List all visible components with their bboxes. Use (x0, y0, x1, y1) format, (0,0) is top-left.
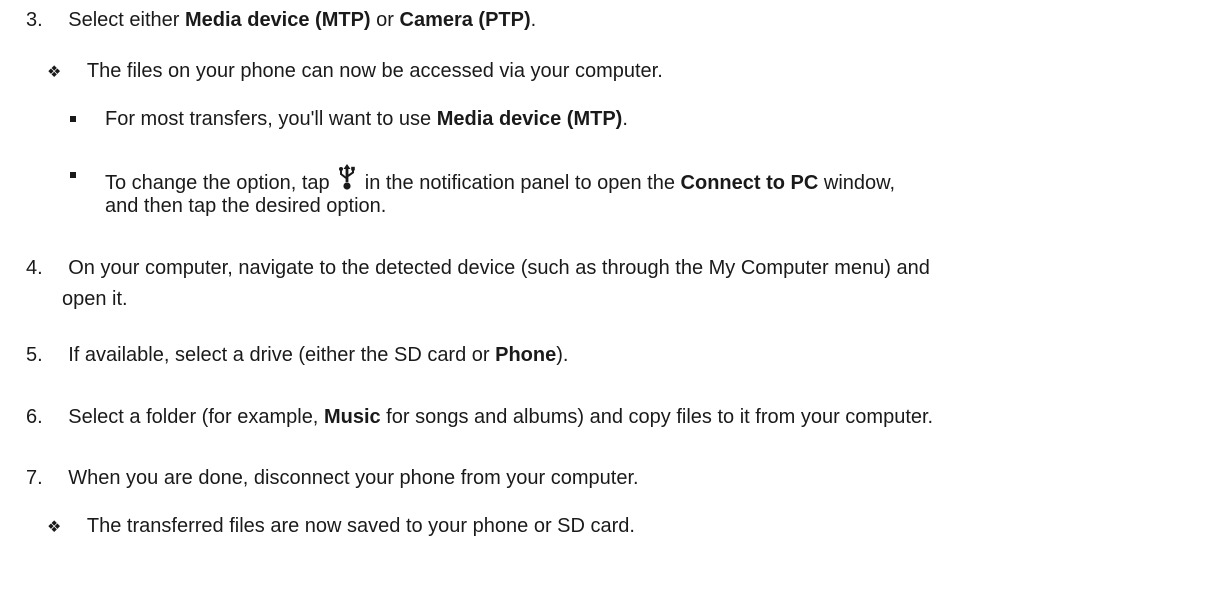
usb-icon (339, 164, 355, 190)
step-number: 4. (26, 257, 43, 279)
step-text: open it. (62, 288, 128, 310)
step-text: or (370, 9, 400, 31)
step-6: 6. Select a folder (for example, Music f… (26, 405, 933, 429)
step-3: 3. Select either Media device (MTP) or C… (26, 8, 536, 32)
step-number: 5. (26, 344, 43, 366)
result-text: The files on your phone can now be acces… (86, 60, 663, 82)
step-number: 7. (26, 467, 43, 489)
step-text: On your computer, navigate to the detect… (68, 257, 930, 279)
step-text: ). (556, 344, 569, 366)
step-7: 7. When you are done, disconnect your ph… (26, 466, 639, 490)
step-3-result: ❖ The files on your phone can now be acc… (47, 59, 663, 84)
music-label: Music (323, 406, 381, 428)
sub-text: and then tap the desired option. (105, 195, 387, 217)
step-text: Select either (68, 9, 185, 31)
option-mtp: Media device (MTP) (436, 108, 623, 130)
sub-text: To change the option, tap (105, 172, 336, 194)
result-bullet-icon: ❖ (47, 62, 62, 81)
step-text: for songs and albums) and copy files to … (380, 406, 934, 428)
option-ptp: Camera (PTP) (399, 9, 531, 31)
option-mtp: Media device (MTP) (184, 9, 371, 31)
sub-text: window, (818, 172, 896, 194)
step-text: When you are done, disconnect your phone… (68, 467, 639, 489)
sub-text: For most transfers, you'll want to use (105, 108, 437, 130)
square-bullet-icon (70, 172, 76, 178)
result-bullet-icon: ❖ (47, 517, 62, 536)
sub-text: in the notification panel to open the (359, 172, 681, 194)
step-3-sub-1: For most transfers, you'll want to use M… (105, 107, 628, 131)
document-page: 3. Select either Media device (MTP) or C… (0, 0, 1227, 613)
step-3-sub-2-line-2: and then tap the desired option. (105, 194, 386, 218)
connect-to-pc-label: Connect to PC (680, 172, 819, 194)
step-number: 6. (26, 406, 43, 428)
step-5: 5. If available, select a drive (either … (26, 343, 568, 367)
step-text: Select a folder (for example, (68, 406, 324, 428)
step-text: . (530, 9, 537, 31)
step-4-line-2: open it. (62, 287, 128, 311)
step-number: 3. (26, 9, 43, 31)
step-3-sub-2: To change the option, tap in the notific… (105, 163, 895, 195)
result-text: The transferred files are now saved to y… (86, 515, 635, 537)
sub-text: . (622, 108, 628, 130)
step-4: 4. On your computer, navigate to the det… (26, 256, 930, 280)
step-7-result: ❖ The transferred files are now saved to… (47, 514, 635, 539)
square-bullet-icon (70, 116, 76, 122)
step-text: If available, select a drive (either the… (68, 344, 496, 366)
phone-label: Phone (495, 344, 557, 366)
